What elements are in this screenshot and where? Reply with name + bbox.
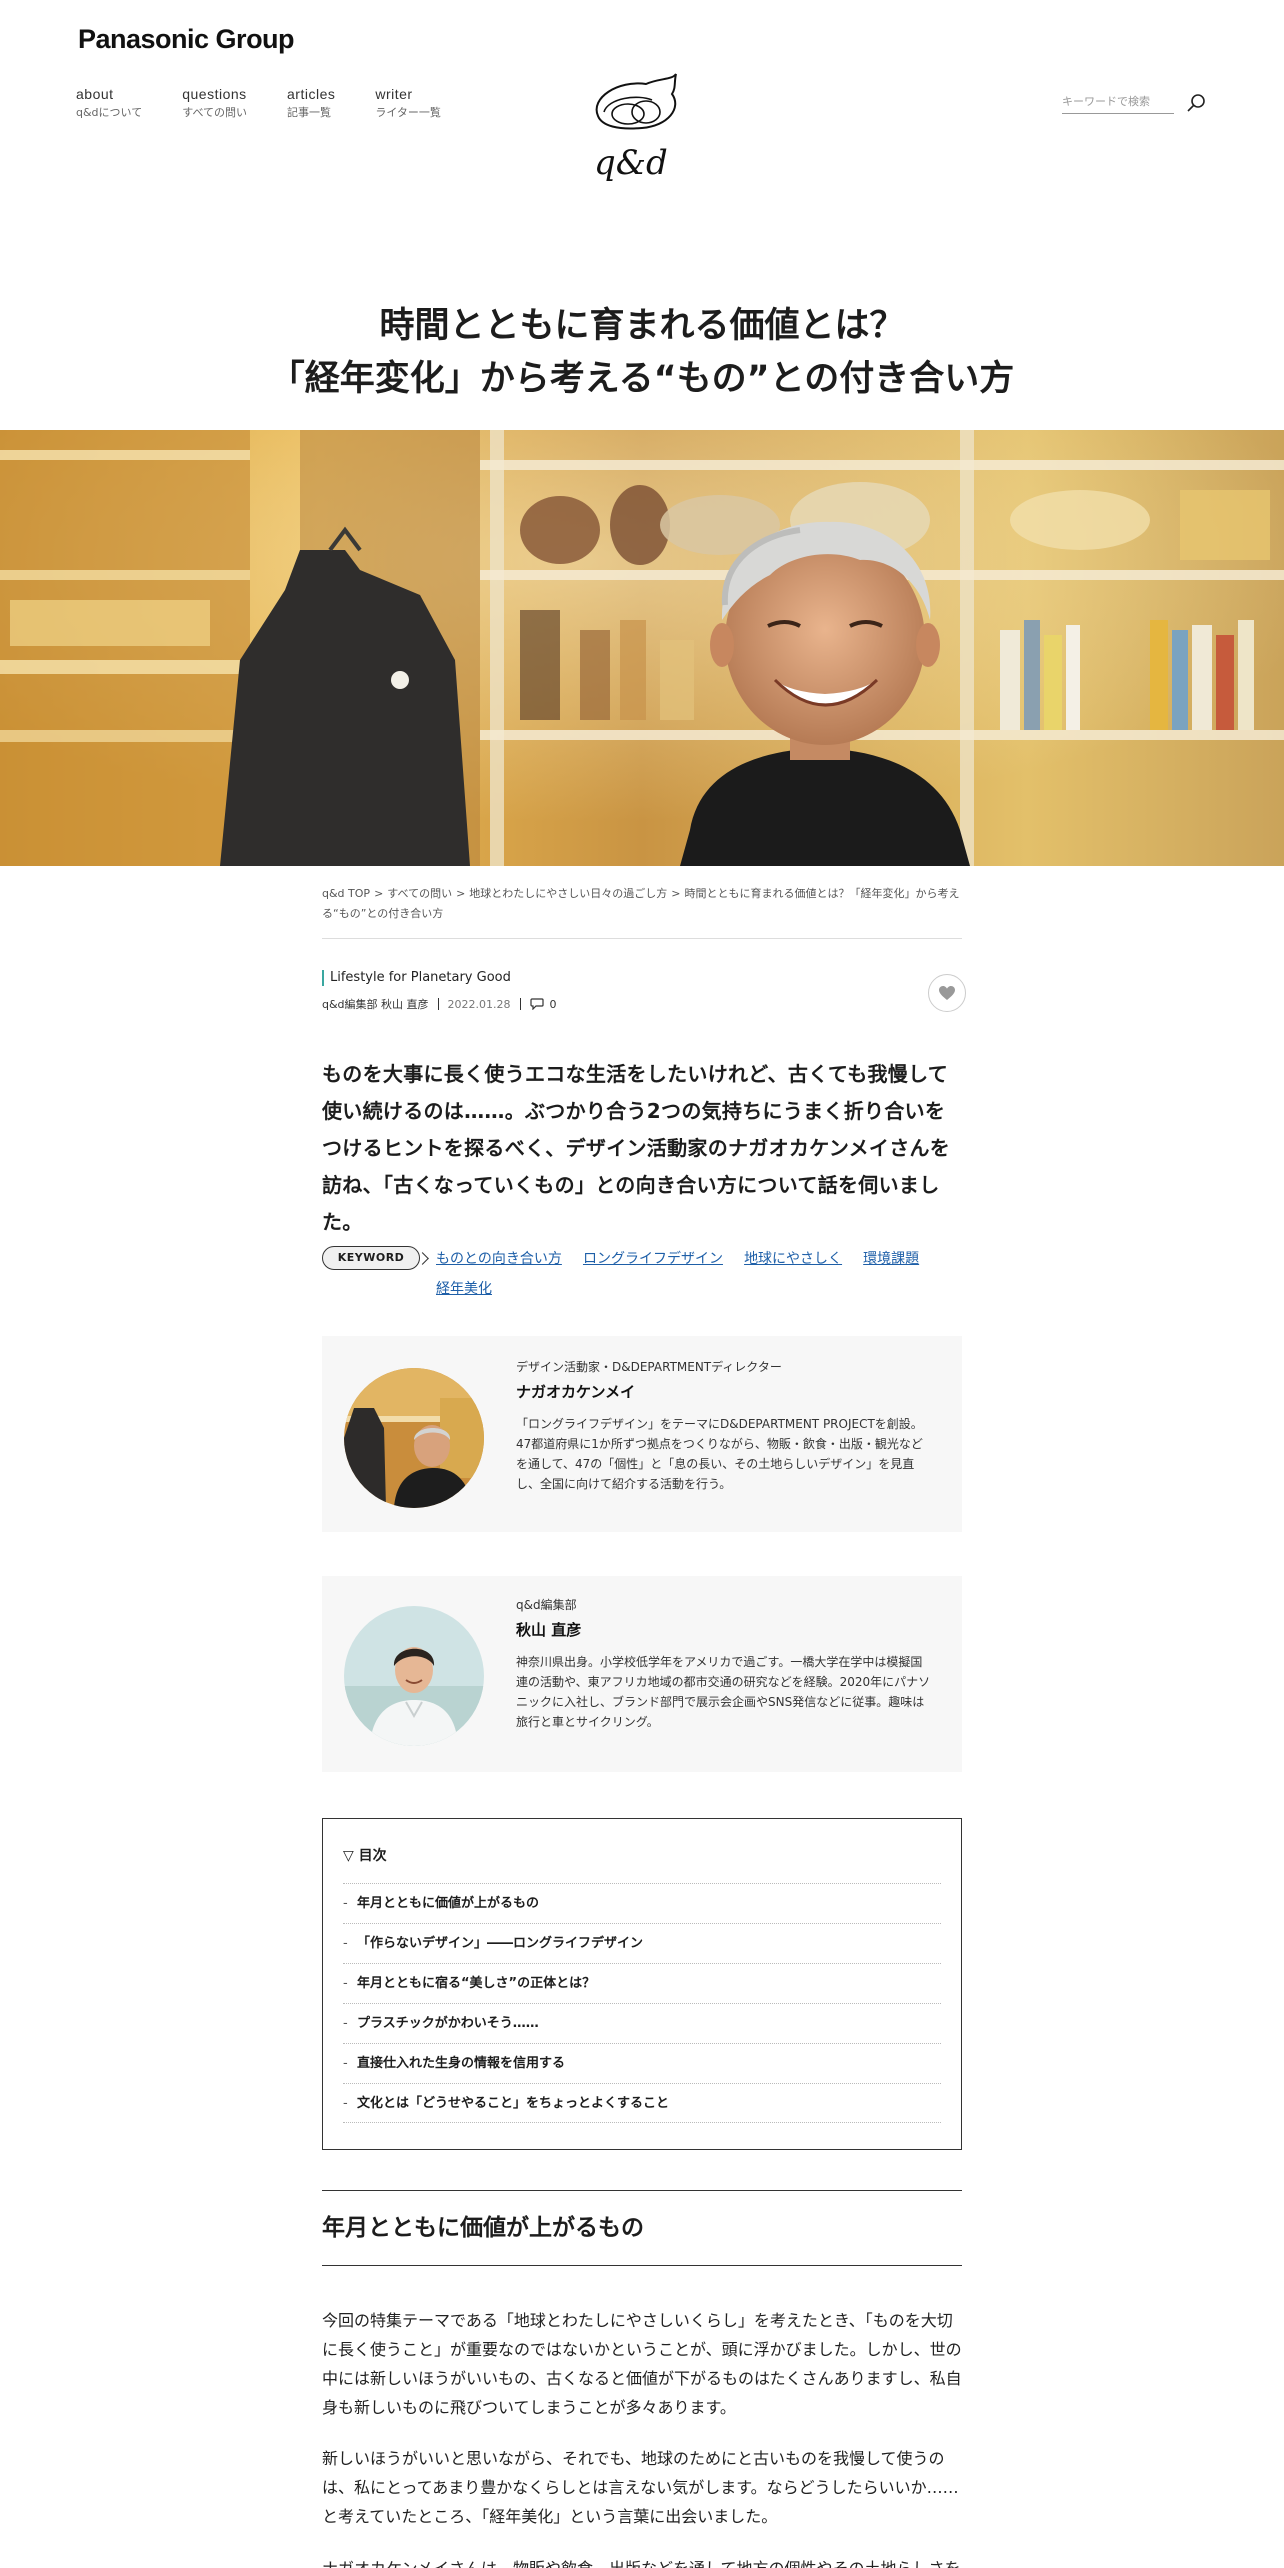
toc-link[interactable]: 文化とは「どうせやること」をちょっとよくすること bbox=[357, 2096, 669, 2111]
favorite-button[interactable] bbox=[928, 974, 966, 1012]
keyword-badge: KEYWORD bbox=[322, 1246, 420, 1270]
avatar-photo-writer bbox=[344, 1606, 484, 1746]
comment-count[interactable]: 0 bbox=[529, 997, 557, 1011]
comment-count-value: 0 bbox=[549, 997, 557, 1011]
qd-logo[interactable]: q&d bbox=[588, 68, 684, 184]
nav-writer[interactable]: writer ライター一覧 bbox=[375, 86, 441, 120]
breadcrumb: q&d TOP > すべての問い > 地球とわたしにやさしい日々の過ごし方 > 時間とともに… bbox=[322, 884, 962, 939]
nav-articles-en: articles bbox=[287, 86, 336, 102]
profile-card-writer: q&d編集部 秋山 直彦 神奈川県出身。小学校低学年をアメリカで過ごす。一橋大学… bbox=[322, 1576, 962, 1772]
nav-articles-ja: 記事一覧 bbox=[287, 106, 332, 119]
profile-card-interviewee: デザイン活動家・D&DEPARTMENTディレクター ナガオカケンメイ 「ロング… bbox=[322, 1336, 962, 1532]
nav-about-ja: q&dについて bbox=[76, 106, 143, 119]
publish-date: 2022.01.28 bbox=[447, 997, 511, 1011]
global-nav: about q&dについて questions すべての問い articles 記事一… bbox=[76, 86, 441, 120]
author-name[interactable]: q&d編集部 秋山 直彦 bbox=[322, 996, 429, 1012]
body-paragraph: 今回の特集テーマである「地球とわたしにやさしいくらし」を考えたとき、「ものを大切… bbox=[322, 2311, 962, 2417]
nav-about-en: about bbox=[76, 86, 114, 102]
toc-item[interactable]: 文化とは「どうせやること」をちょっとよくすること bbox=[343, 2083, 941, 2124]
profile-name[interactable]: ナガオカケンメイ bbox=[516, 1381, 934, 1402]
search-input[interactable] bbox=[1062, 90, 1174, 114]
toc-item[interactable]: 年月とともに価値が上がるもの bbox=[343, 1883, 941, 1924]
breadcrumb-sep: > bbox=[374, 887, 384, 900]
avatar bbox=[344, 1368, 484, 1508]
body-paragraph: 新しいほうがいいと思いながら、それでも、地球のためにと古いものを我慢して使うのは… bbox=[322, 2449, 959, 2526]
article-title-line2: 「経年変化」から考える“もの”との付き合い方 bbox=[269, 359, 1015, 399]
keyword-link[interactable]: ものとの向き合い方 bbox=[436, 1244, 562, 1274]
nav-about[interactable]: about q&dについて bbox=[76, 86, 142, 120]
nav-articles[interactable]: articles 記事一覧 bbox=[287, 86, 335, 120]
hero-photo bbox=[0, 430, 1284, 866]
profile-text: デザイン活動家・D&DEPARTMENTディレクター ナガオカケンメイ 「ロング… bbox=[516, 1358, 934, 1494]
toc-link[interactable]: プラスチックがかわいそう…… bbox=[357, 2016, 539, 2031]
toc-link[interactable]: 年月とともに宿る“美しさ”の正体とは？ bbox=[357, 1976, 595, 1991]
keyword-link[interactable]: 環境課題 bbox=[863, 1244, 919, 1274]
nav-questions-ja: すべての問い bbox=[182, 106, 248, 119]
toc-item[interactable]: プラスチックがかわいそう…… bbox=[343, 2003, 941, 2044]
toc-item[interactable]: 直接仕入れた生身の情報を信用する bbox=[343, 2043, 941, 2084]
avatar-photo-interviewee bbox=[344, 1368, 484, 1508]
breadcrumb-sep: > bbox=[456, 887, 466, 900]
meta-line: q&d編集部 秋山 直彦 2022.01.28 0 bbox=[322, 996, 962, 1012]
article-meta: Lifestyle for Planetary Good q&d編集部 秋山 直… bbox=[322, 970, 966, 1018]
nav-questions[interactable]: questions すべての問い bbox=[182, 86, 247, 120]
category-label[interactable]: Lifestyle for Planetary Good bbox=[322, 970, 962, 986]
article-title-line1: 時間とともに育まれる価値とは？ bbox=[379, 306, 905, 346]
nav-questions-en: questions bbox=[182, 86, 247, 102]
profile-role: デザイン活動家・D&DEPARTMENTディレクター bbox=[516, 1360, 782, 1374]
keyword-section: KEYWORD ものとの向き合い方 ロングライフデザイン 地球にやさしく 環境課… bbox=[322, 1244, 962, 1304]
panasonic-group-logo[interactable]: Panasonic Group bbox=[78, 24, 295, 55]
profile-bio: 「ロングライフデザイン」をテーマにD&DEPARTMENT PROJECTを創設… bbox=[516, 1417, 923, 1491]
article-title: 時間とともに育まれる価値とは？ 「経年変化」から考える“もの”との付き合い方 bbox=[0, 300, 1284, 406]
toc-list: 年月とともに価値が上がるもの 「作らないデザイン」――ロングライフデザイン 年月… bbox=[343, 1883, 941, 2124]
table-of-contents: ▽ 目次 年月とともに価値が上がるもの 「作らないデザイン」――ロングライフデザ… bbox=[322, 1818, 962, 2150]
toc-item[interactable]: 年月とともに宿る“美しさ”の正体とは？ bbox=[343, 1963, 941, 2004]
search-button[interactable] bbox=[1184, 91, 1208, 115]
keyword-link[interactable]: 経年美化 bbox=[436, 1274, 492, 1304]
toc-heading[interactable]: ▽ 目次 bbox=[343, 1845, 387, 1865]
keyword-list: ものとの向き合い方 ロングライフデザイン 地球にやさしく 環境課題 経年美化 bbox=[436, 1244, 956, 1304]
toc-item[interactable]: 「作らないデザイン」――ロングライフデザイン bbox=[343, 1923, 941, 1964]
article-lead: ものを大事に長く使うエコな生活をしたいけれど、古くても我慢して使い続けるのは……… bbox=[322, 1062, 951, 1234]
logo-text: q&d bbox=[594, 143, 668, 183]
divider bbox=[437, 998, 439, 1010]
toc-link[interactable]: 「作らないデザイン」――ロングライフデザイン bbox=[357, 1936, 643, 1951]
comment-icon bbox=[529, 998, 544, 1010]
search-box bbox=[1062, 90, 1210, 116]
body-paragraph: ナガオカケンメイさんは、物販や飲食、出版などを通して地方の個性やその土地らしさを… bbox=[322, 2554, 962, 2568]
section-heading: 年月とともに価値が上がるもの bbox=[322, 2190, 962, 2266]
hero-image bbox=[0, 430, 1284, 866]
breadcrumb-questions[interactable]: すべての問い bbox=[387, 887, 452, 900]
profile-name[interactable]: 秋山 直彦 bbox=[516, 1619, 934, 1640]
nav-writer-ja: ライター一覧 bbox=[375, 106, 441, 119]
search-icon bbox=[1187, 94, 1205, 112]
profile-bio: 神奈川県出身。小学校低学年をアメリカで過ごす。一橋大学在学中は模擬国連の活動や、… bbox=[516, 1655, 931, 1729]
heart-icon bbox=[939, 986, 955, 1000]
divider bbox=[519, 998, 521, 1010]
profile-role: q&d編集部 bbox=[516, 1598, 577, 1612]
keyword-link[interactable]: ロングライフデザイン bbox=[583, 1244, 723, 1274]
breadcrumb-sep: > bbox=[671, 887, 681, 900]
nav-writer-en: writer bbox=[375, 86, 413, 102]
breadcrumb-top[interactable]: q&d TOP bbox=[322, 887, 370, 900]
toc-link[interactable]: 年月とともに価値が上がるもの bbox=[357, 1896, 539, 1911]
keyword-link[interactable]: 地球にやさしく bbox=[744, 1244, 842, 1274]
avatar bbox=[344, 1606, 484, 1746]
breadcrumb-question-topic[interactable]: 地球とわたしにやさしい日々の過ごし方 bbox=[469, 887, 667, 900]
toc-link[interactable]: 直接仕入れた生身の情報を信用する bbox=[357, 2056, 565, 2071]
profile-text: q&d編集部 秋山 直彦 神奈川県出身。小学校低学年をアメリカで過ごす。一橋大学… bbox=[516, 1596, 934, 1732]
